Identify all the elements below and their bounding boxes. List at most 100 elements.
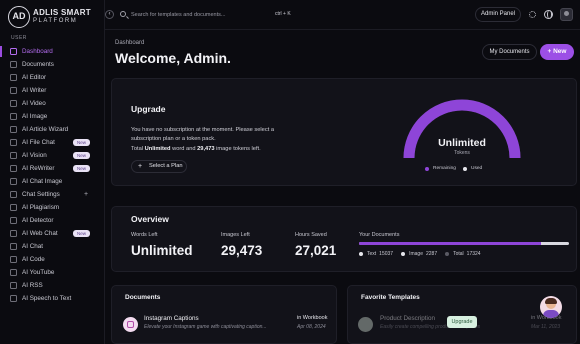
sidebar-item-icon [10,74,17,81]
sidebar-item-icon [10,126,17,133]
sidebar-item-label: AI ReWriter [22,165,55,172]
total-dot [445,252,450,256]
upgrade-title: Upgrade [131,104,166,114]
sidebar-item-ai-rss[interactable]: AI RSS [0,279,105,292]
sidebar-item-label: AI Writer [22,87,47,94]
sidebar-item-label: AI Speech to Text [22,295,72,302]
gauge-value: Unlimited [438,137,486,149]
admin-panel-button[interactable]: Admin Panel [475,7,521,22]
sidebar-item-ai-vision[interactable]: AI Vision New [0,149,105,162]
sidebar-item-label: AI Detector [22,217,54,224]
search-shortcut: ctrl + K [275,11,291,17]
sidebar-item-ai-code[interactable]: AI Code [0,253,105,266]
instagram-icon [123,317,138,332]
used-dot [463,166,467,171]
sidebar-item-icon [10,256,17,263]
topbar: ‹ ctrl + K Admin Panel [105,0,580,30]
total-label: Total [453,251,464,257]
sidebar-item-icon [10,269,17,276]
new-badge: New [73,229,91,237]
new-badge: New [73,151,91,159]
search-bar: ctrl + K [120,9,291,21]
search-input[interactable] [131,9,261,21]
theme-toggle-icon[interactable] [529,11,536,18]
sidebar-item-icon [10,113,17,120]
sidebar-item-ai-web-chat[interactable]: AI Web Chat New [0,227,105,240]
tokens-prefix: Total [131,146,144,152]
sidebar-item-ai-plagiarism[interactable]: AI Plagiarism [0,201,105,214]
sidebar-item-ai-detector[interactable]: AI Detector [0,214,105,227]
language-globe-icon[interactable] [544,10,553,19]
sidebar-item-ai-chat-image[interactable]: AI Chat Image [0,175,105,188]
sidebar-item-label: AI Chat [22,243,43,250]
stat-hours-saved: Hours Saved 27,021 [295,232,336,258]
sidebar-item-documents[interactable]: Documents [0,58,105,71]
favorite-templates-title: Favorite Templates [361,294,420,301]
gauge-label: Tokens [454,150,470,156]
image-dot [401,252,406,256]
sidebar-item-label: AI Video [22,100,46,107]
document-subtitle: Elevate your Instagram game with captiva… [144,324,267,330]
legend-used: Used [463,166,482,171]
stat-label: Words Left [131,232,158,238]
collapse-sidebar-button[interactable]: ‹ [105,10,114,19]
sidebar-item-icon [10,87,17,94]
brand-logo[interactable]: AD ADLIS SMART PLATFORM [8,6,104,32]
documents-progress-bar [359,242,569,245]
main-content: Dashboard Welcome, Admin. My Documents +… [105,30,580,344]
new-button[interactable]: + New [540,44,574,60]
remaining-dot [425,166,429,171]
sidebar-item-label: Documents [22,61,54,68]
sidebar-item-label: AI Web Chat [22,230,58,237]
expand-plus-icon[interactable]: + [84,191,88,198]
sidebar-item-icon [10,48,17,55]
sidebar-item-ai-video[interactable]: AI Video [0,97,105,110]
stat-value: Unlimited [131,243,193,258]
upgrade-badge-button[interactable]: Upgrade [447,316,477,328]
new-badge: New [73,164,91,172]
select-plan-button[interactable]: + Select a Plan [131,160,187,173]
sidebar-item-ai-article-wizard[interactable]: AI Article Wizard [0,123,105,136]
sidebar-item-label: AI Vision [22,152,47,159]
text-dot [359,252,363,256]
sidebar-item-label: AI Chat Image [22,178,63,185]
sidebar-item-label: AI Editor [22,74,47,81]
tokens-mid: word and [172,146,196,152]
documents-title: Documents [125,294,161,301]
sidebar-item-ai-chat[interactable]: AI Chat [0,240,105,253]
document-date: Apr 08, 2024 [297,324,326,330]
select-plan-label: Select a Plan [149,163,183,169]
sidebar-item-icon [10,282,17,289]
support-chat-avatar[interactable] [540,296,562,318]
sidebar-item-label: AI Code [22,256,45,263]
template-title: Product Description [380,315,435,322]
your-documents-label-wrap: Your Documents [359,232,399,238]
stat-words-left: Words Left Unlimited [131,232,193,258]
sidebar-item-ai-editor[interactable]: AI Editor [0,71,105,84]
sidebar-item-ai-speech-to-text[interactable]: AI Speech to Text [0,292,105,305]
overview-card: Overview Words Left Unlimited Images Lef… [111,206,577,272]
total-value: 17324 [466,251,481,257]
sidebar: AD ADLIS SMART PLATFORM USER Dashboard Do… [0,0,105,344]
text-value: 15037 [379,251,394,257]
sidebar-item-ai-writer[interactable]: AI Writer [0,84,105,97]
document-title: Instagram Captions [144,315,199,322]
sidebar-item-chat-settings[interactable]: Chat Settings + [0,188,105,201]
my-documents-button[interactable]: My Documents [482,44,537,60]
sidebar-item-icon [10,152,17,159]
sidebar-item-ai-rewriter[interactable]: AI ReWriter New [0,162,105,175]
sidebar-item-ai-youtube[interactable]: AI YouTube [0,266,105,279]
user-avatar[interactable] [560,8,573,21]
sidebar-item-icon [10,178,17,185]
sidebar-item-icon [10,243,17,250]
sidebar-item-ai-file-chat[interactable]: AI File Chat New [0,136,105,149]
image-value: 2287 [425,251,438,257]
sidebar-item-dashboard[interactable]: Dashboard [0,45,105,58]
sidebar-item-label: AI Plagiarism [22,204,60,211]
legend-used-label: Used [471,166,483,171]
upgrade-card: Upgrade You have no subscription at the … [111,78,577,186]
legend-remaining-label: Remaining [433,166,456,171]
sidebar-item-label: AI File Chat [22,139,55,146]
sidebar-item-ai-image[interactable]: AI Image [0,110,105,123]
upgrade-description: You have no subscription at the moment. … [131,127,275,142]
